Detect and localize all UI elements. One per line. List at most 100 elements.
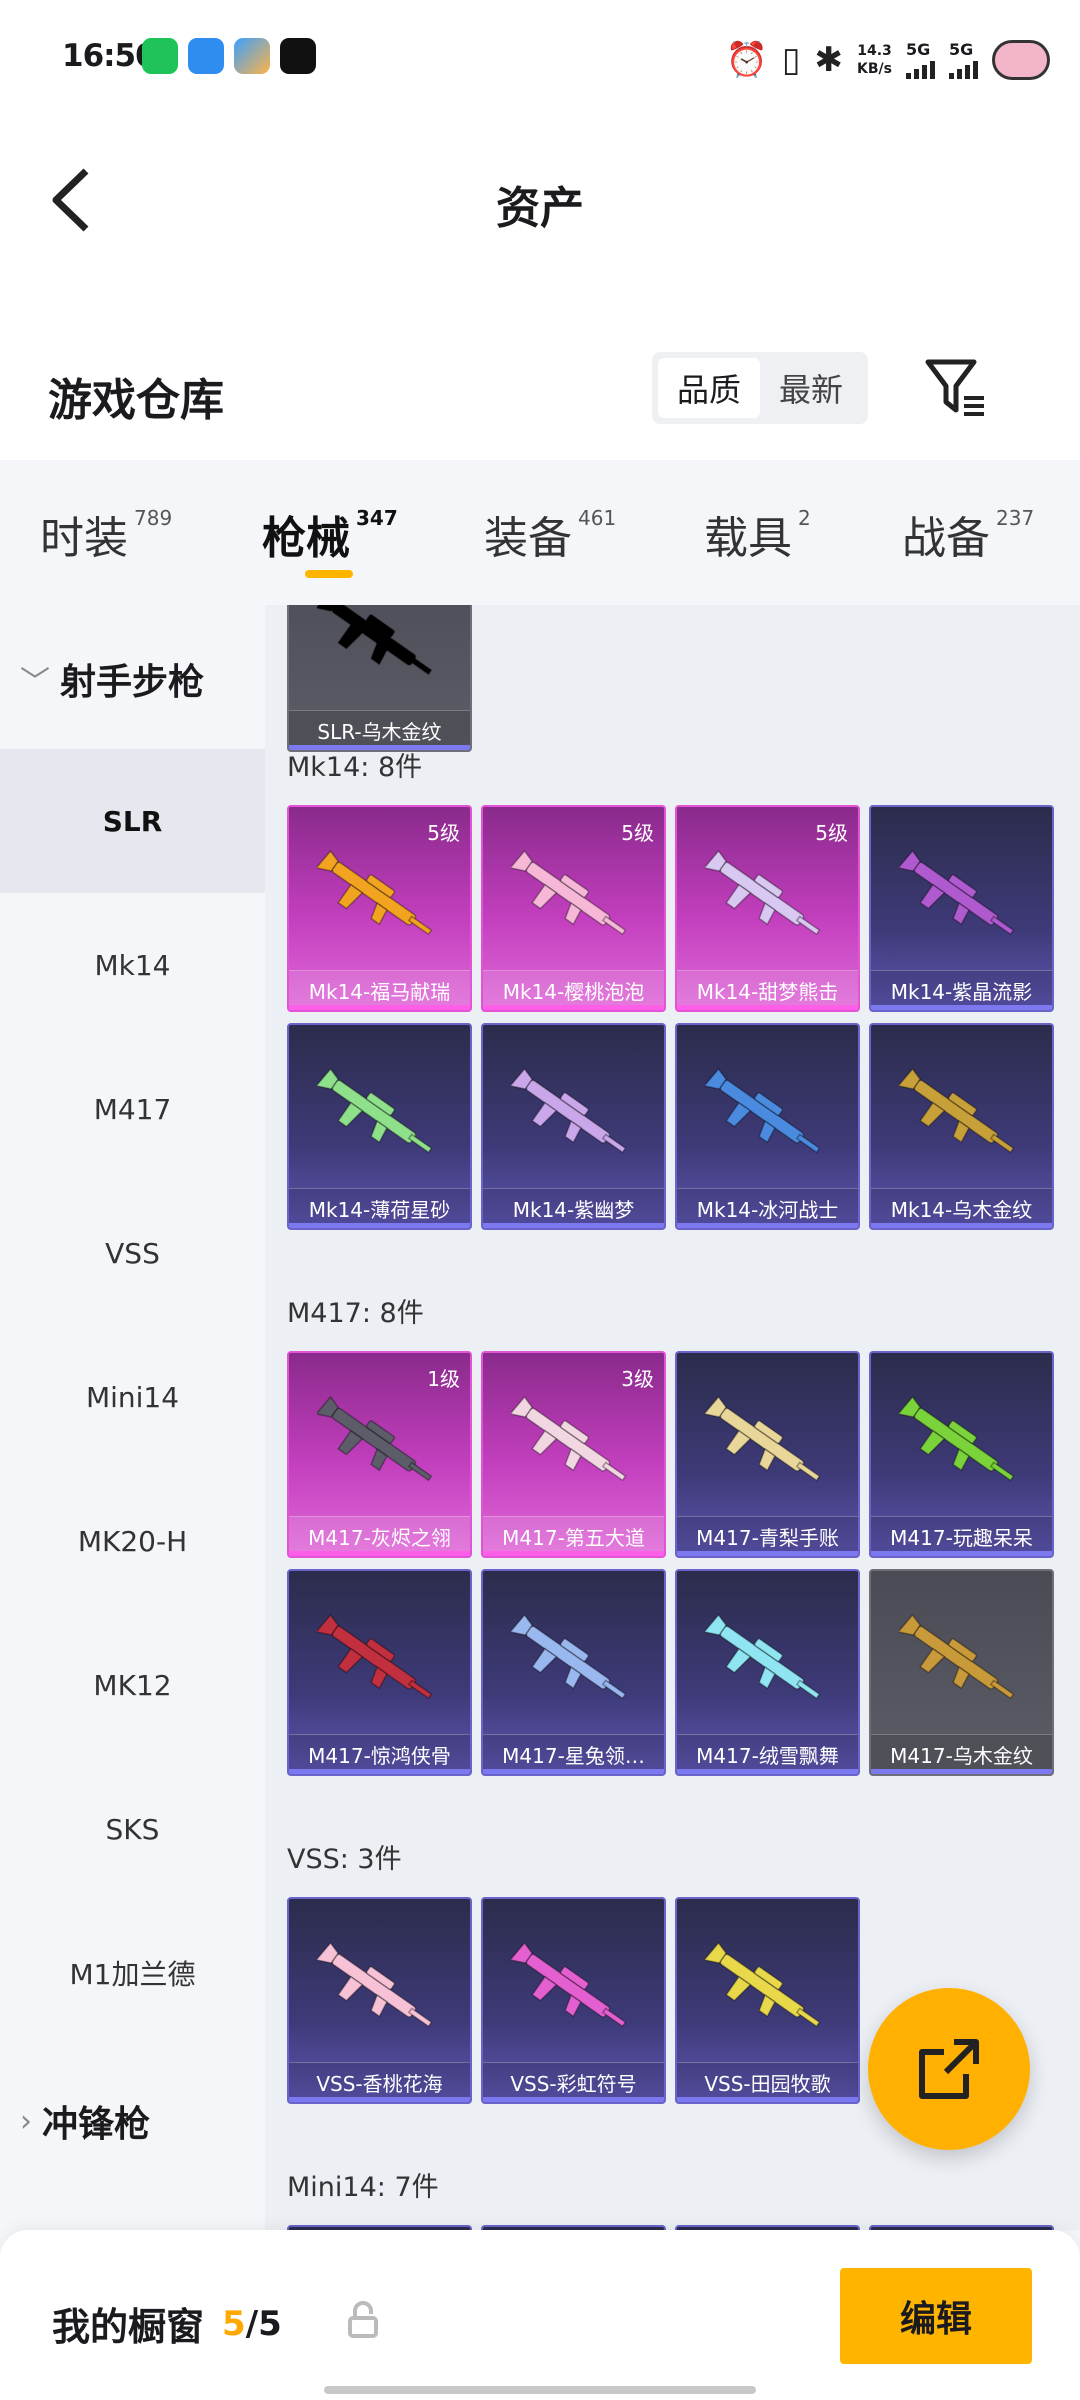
page-title: 资产 (496, 183, 584, 234)
tab-tactical[interactable]: 战备 237 (902, 502, 1034, 566)
tab-equipment[interactable]: 装备 461 (484, 502, 616, 566)
home-indicator (324, 2386, 756, 2394)
rifle-icon (511, 849, 627, 936)
category-tabs: 时装 789 枪械 347 装备 461 载具 2 战备 237 (0, 460, 1080, 605)
edit-button[interactable]: 编辑 (840, 2268, 1032, 2364)
share-out-icon (919, 2039, 979, 2099)
skin-name: M417-青梨手账 (677, 1516, 858, 1556)
level-badge: 5级 (427, 821, 460, 845)
skin-name: M417-乌木金纹 (871, 1734, 1052, 1774)
rarity-bar (677, 1005, 858, 1010)
network-speed: 14.3 KB/s (857, 42, 892, 78)
signal-2: 5G (949, 41, 978, 79)
sidebar-item-vss[interactable]: VSS (0, 1181, 265, 1325)
signal-1-label: 5G (906, 40, 931, 59)
section-row: 游戏仓库 品质 最新 (0, 280, 1080, 460)
share-button[interactable] (868, 1988, 1030, 2150)
sidebar-item-m417[interactable]: M417 (0, 1037, 265, 1181)
rifle-icon (705, 1941, 821, 2028)
sort-newest[interactable]: 最新 (760, 358, 862, 418)
skin-card[interactable]: Mk14-紫幽梦 (481, 1023, 666, 1230)
sidebar-item-m1-garand[interactable]: M1加兰德 (0, 1901, 265, 2045)
tab-label: 战备 (902, 513, 990, 564)
skin-card[interactable]: M417-惊鸿侠骨 (287, 1569, 472, 1776)
rarity-bar (871, 1223, 1052, 1228)
sort-toggle: 品质 最新 (652, 352, 868, 424)
sort-quality[interactable]: 品质 (658, 358, 760, 418)
rifle-icon (705, 1395, 821, 1482)
app-icon-blue (188, 38, 224, 74)
skin-card[interactable]: Mk14-紫晶流影 (869, 805, 1054, 1012)
skin-card[interactable]: VSS-香桃花海 (287, 1897, 472, 2104)
status-right: ⏰ ▯ ✱ 14.3 KB/s 5G 5G (725, 30, 1050, 90)
tab-count: 347 (356, 506, 398, 530)
skin-card[interactable]: 3级 M417-第五大道 (481, 1351, 666, 1558)
sidebar-category-smg[interactable]: › 冲锋枪 (20, 2095, 150, 2147)
sidebar-item-mk14[interactable]: Mk14 (0, 893, 265, 1037)
rarity-bar (289, 1005, 470, 1010)
rarity-bar (871, 1005, 1052, 1010)
skin-name: Mk14-福马献瑞 (289, 970, 470, 1010)
skin-name: Mk14-樱桃泡泡 (483, 970, 664, 1010)
sidebar-item-mk12[interactable]: MK12 (0, 1613, 265, 1757)
status-bar: 16:50 ⏰ ▯ ✱ 14.3 KB/s 5G 5G (0, 0, 1080, 120)
skin-name: VSS-香桃花海 (289, 2062, 470, 2102)
signal-1: 5G (906, 41, 935, 79)
skin-card[interactable]: M417-青梨手账 (675, 1351, 860, 1558)
sidebar-item-sks[interactable]: SKS (0, 1757, 265, 1901)
skin-name: VSS-田园牧歌 (677, 2062, 858, 2102)
group-label: M417: 8件 (287, 1298, 424, 1329)
rarity-bar (677, 1551, 858, 1556)
skin-name: Mk14-紫晶流影 (871, 970, 1052, 1010)
rarity-bar (871, 1769, 1052, 1774)
rifle-icon (511, 1067, 627, 1154)
rifle-icon (899, 1613, 1015, 1700)
level-badge: 5级 (815, 821, 848, 845)
rifle-icon (899, 849, 1015, 936)
skin-card[interactable]: M417-玩趣呆呆 (869, 1351, 1054, 1558)
showcase-count-current: 5 (222, 2303, 246, 2344)
rifle-icon (317, 1613, 433, 1700)
tab-label: 装备 (484, 513, 572, 564)
skin-card[interactable]: M417-星兔领… (481, 1569, 666, 1776)
skin-name: M417-第五大道 (483, 1516, 664, 1556)
wechat-icon (142, 38, 178, 74)
skin-card[interactable]: Mk14-冰河战士 (675, 1023, 860, 1230)
tab-count: 789 (134, 506, 173, 530)
rarity-bar (677, 1769, 858, 1774)
sidebar-category-marksman[interactable]: ﹀ 射手步枪 (20, 653, 204, 705)
skin-card[interactable]: SLR-乌木金纹 (287, 605, 472, 752)
tab-firearms[interactable]: 枪械 347 (262, 502, 398, 566)
filter-button[interactable] (920, 352, 992, 424)
showcase-count-total: /5 (245, 2303, 282, 2344)
group-label: Mini14: 7件 (287, 2172, 439, 2203)
skin-card[interactable]: 5级 Mk14-樱桃泡泡 (481, 805, 666, 1012)
skin-card[interactable]: 1级 M417-灰烬之翎 (287, 1351, 472, 1558)
level-badge: 1级 (427, 1367, 460, 1391)
rarity-bar (483, 2097, 664, 2102)
skin-name: Mk14-紫幽梦 (483, 1188, 664, 1228)
signal-bars-icon (949, 59, 978, 79)
skin-card[interactable]: M417-乌木金纹 (869, 1569, 1054, 1776)
skin-name: M417-惊鸿侠骨 (289, 1734, 470, 1774)
showcase: 我的橱窗 5/5 (52, 2296, 282, 2351)
sidebar-item-mini14[interactable]: Mini14 (0, 1325, 265, 1469)
skin-card[interactable]: 5级 Mk14-甜梦熊击 (675, 805, 860, 1012)
skin-card[interactable]: M417-绒雪飘舞 (675, 1569, 860, 1776)
sidebar-item-mk20h[interactable]: MK20-H (0, 1469, 265, 1613)
skin-card[interactable]: VSS-田园牧歌 (675, 1897, 860, 2104)
tab-fashion[interactable]: 时装 789 (40, 502, 172, 566)
skin-card[interactable]: 5级 Mk14-福马献瑞 (287, 805, 472, 1012)
sidebar-item-slr[interactable]: SLR (0, 749, 265, 893)
rarity-bar (677, 2097, 858, 2102)
skin-card[interactable]: Mk14-乌木金纹 (869, 1023, 1054, 1230)
rarity-bar (871, 1551, 1052, 1556)
rifle-icon (317, 849, 433, 936)
skin-name: SLR-乌木金纹 (289, 710, 470, 750)
showcase-count: 5/5 (222, 2304, 282, 2344)
tab-vehicles[interactable]: 载具 2 (704, 502, 811, 566)
skin-card[interactable]: Mk14-薄荷星砂 (287, 1023, 472, 1230)
skin-card[interactable]: VSS-彩虹符号 (481, 1897, 666, 2104)
speed-value: 14.3 (857, 43, 892, 59)
chevron-down-icon: ﹀ (20, 665, 50, 700)
